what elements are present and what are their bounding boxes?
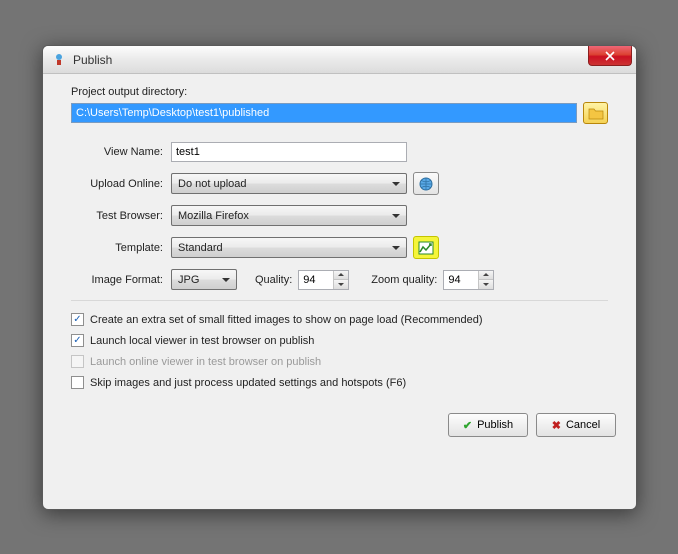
folder-icon — [588, 106, 604, 120]
zoom-quality-label: Zoom quality: — [371, 274, 437, 286]
launch-local-label: Launch local viewer in test browser on p… — [90, 335, 314, 347]
quality-input[interactable] — [299, 271, 333, 289]
zoom-quality-stepper[interactable] — [443, 270, 494, 290]
zoom-quality-input[interactable] — [444, 271, 478, 289]
view-name-label: View Name: — [71, 146, 171, 158]
publish-button[interactable]: ✔ Publish — [448, 413, 528, 437]
cross-icon: ✖ — [552, 419, 561, 432]
extra-images-row: Create an extra set of small fitted imag… — [71, 313, 608, 326]
test-browser-label: Test Browser: — [71, 210, 171, 222]
publish-dialog: Publish Project output directory: View N… — [42, 45, 637, 510]
quality-label: Quality: — [255, 274, 292, 286]
close-icon — [604, 51, 616, 61]
close-button[interactable] — [588, 46, 632, 66]
globe-icon — [418, 176, 434, 192]
upload-online-select[interactable]: Do not upload — [171, 173, 407, 194]
footer: ✔ Publish ✖ Cancel — [43, 405, 636, 451]
launch-local-row: Launch local viewer in test browser on p… — [71, 334, 608, 347]
skip-images-checkbox[interactable] — [71, 376, 84, 389]
zoom-quality-up[interactable] — [479, 271, 493, 281]
template-select[interactable]: Standard — [171, 237, 407, 258]
browse-folder-button[interactable] — [583, 102, 608, 124]
launch-online-label: Launch online viewer in test browser on … — [90, 356, 321, 368]
skip-images-row: Skip images and just process updated set… — [71, 376, 608, 389]
image-format-select[interactable]: JPG — [171, 269, 237, 290]
output-directory-label: Project output directory: — [71, 86, 608, 98]
chart-icon — [418, 241, 434, 255]
quality-down[interactable] — [334, 280, 348, 289]
cancel-button[interactable]: ✖ Cancel — [536, 413, 616, 437]
test-browser-select[interactable]: Mozilla Firefox — [171, 205, 407, 226]
extra-images-checkbox[interactable] — [71, 313, 84, 326]
upload-online-label: Upload Online: — [71, 178, 171, 190]
app-icon — [51, 52, 67, 68]
upload-settings-button[interactable] — [413, 172, 439, 195]
template-settings-button[interactable] — [413, 236, 439, 259]
window-title: Publish — [73, 53, 112, 67]
output-directory-input[interactable] — [71, 103, 577, 123]
extra-images-label: Create an extra set of small fitted imag… — [90, 314, 483, 326]
check-icon: ✔ — [463, 419, 472, 432]
quality-up[interactable] — [334, 271, 348, 281]
skip-images-label: Skip images and just process updated set… — [90, 377, 406, 389]
view-name-input[interactable] — [171, 142, 407, 162]
launch-local-checkbox[interactable] — [71, 334, 84, 347]
zoom-quality-down[interactable] — [479, 280, 493, 289]
separator — [71, 300, 608, 301]
template-label: Template: — [71, 242, 171, 254]
quality-stepper[interactable] — [298, 270, 349, 290]
image-format-label: Image Format: — [71, 274, 171, 286]
launch-online-checkbox — [71, 355, 84, 368]
launch-online-row: Launch online viewer in test browser on … — [71, 355, 608, 368]
titlebar: Publish — [43, 46, 636, 74]
content-area: Project output directory: View Name: Upl… — [43, 74, 636, 405]
